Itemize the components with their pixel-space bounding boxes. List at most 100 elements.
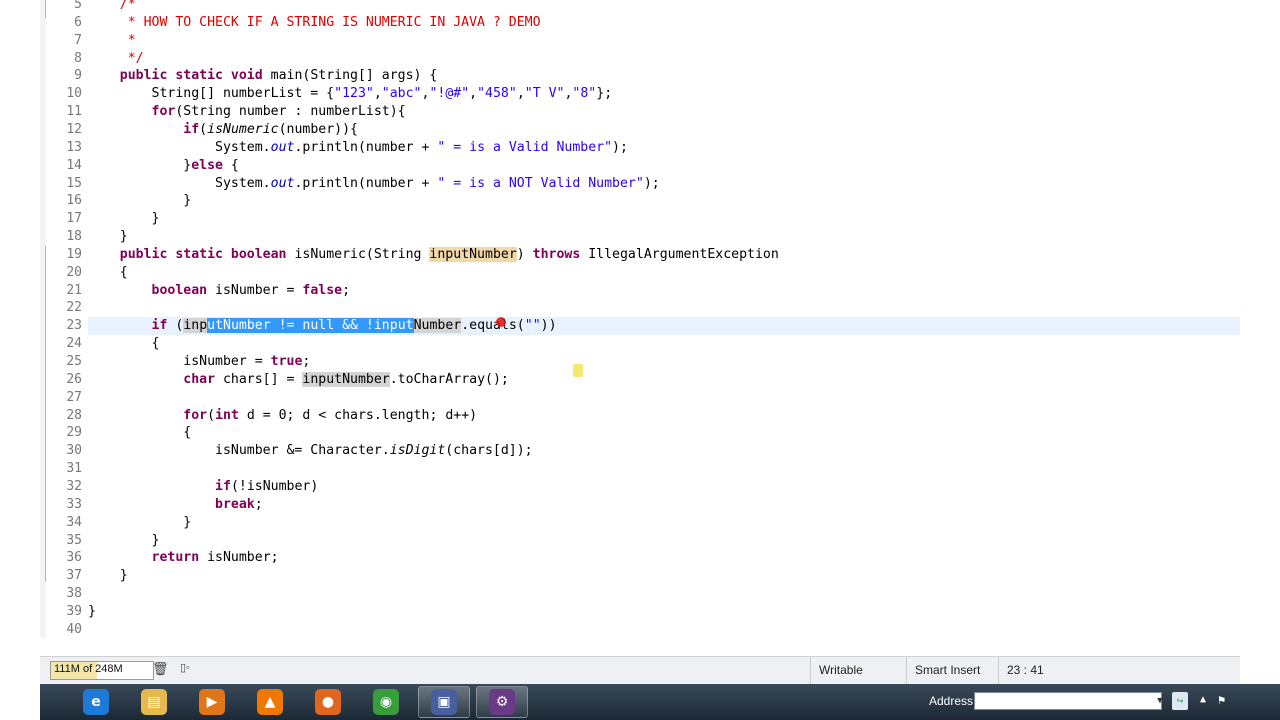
taskbar-button[interactable]: ◉	[360, 686, 412, 718]
heap-status-icon[interactable]: ▯◦	[180, 661, 190, 674]
status-bar: 111M of 248M 🗑 ▯◦ Writable Smart Insert …	[40, 656, 1240, 685]
code-token: " = is a NOT Valid Number"	[437, 175, 644, 191]
code-line[interactable]: for(int d = 0; d < chars.length; d++)	[88, 407, 477, 425]
code-line[interactable]: }	[88, 532, 160, 550]
code-line[interactable]: /*	[88, 0, 136, 14]
code-line[interactable]: isNumber &= Character.isDigit(chars[d]);	[88, 442, 533, 460]
code-token: ;	[342, 282, 351, 298]
code-line[interactable]: {	[88, 335, 160, 353]
line-number: 23	[66, 318, 82, 334]
code-line[interactable]: {	[88, 424, 191, 442]
code-line[interactable]: for(String number : numberList){	[88, 103, 406, 121]
code-line[interactable]: }else {	[88, 157, 239, 175]
chevron-down-icon[interactable]: ▼	[1154, 692, 1166, 710]
line-number: 30	[66, 443, 82, 459]
taskbar-button[interactable]: e	[70, 686, 122, 718]
line-number: 29	[66, 425, 82, 441]
code-line[interactable]: }	[88, 567, 128, 585]
line-number: 38	[66, 586, 82, 602]
code-token: .println(number +	[294, 175, 438, 191]
code-line[interactable]: if (inputNumber != null && !inputNumber.…	[88, 317, 557, 335]
line-number: 12	[66, 121, 82, 137]
code-line[interactable]: * HOW TO CHECK IF A STRING IS NUMERIC IN…	[88, 14, 541, 32]
code-token: public static void	[119, 68, 263, 84]
code-token: out	[270, 175, 295, 191]
code-token: inp	[183, 318, 208, 334]
go-arrow-icon[interactable]: ↪	[1172, 692, 1188, 710]
code-token: }	[88, 229, 128, 245]
code-line[interactable]: String[] numberList = {"123","abc","!@#"…	[88, 85, 613, 103]
java-ee-ide-icon: ⚙	[489, 689, 515, 715]
trash-icon[interactable]: 🗑	[152, 661, 169, 677]
code-token: }	[88, 514, 192, 530]
code-line[interactable]: public static boolean isNumeric(String i…	[88, 246, 779, 264]
code-editor[interactable]: 5 6 7 8 9 10 11 12 13 14 15 16 17 18 19 20 21 22 23 24 25 26 2…	[40, 0, 1240, 638]
code-line[interactable]: {	[88, 264, 128, 282]
code-token: if	[183, 121, 200, 137]
code-token: }	[88, 568, 128, 584]
code-token: /*	[119, 0, 136, 12]
code-token: )	[516, 246, 533, 262]
taskbar-button[interactable]: ▤	[128, 686, 180, 718]
code-line[interactable]: }	[88, 210, 160, 228]
code-token: .println(number +	[294, 139, 438, 155]
code-token: ""	[524, 318, 541, 334]
code-token: );	[643, 175, 660, 191]
code-token: isNumeric(String	[286, 246, 430, 262]
taskbar-button[interactable]: ⚙	[476, 686, 528, 718]
heap-status[interactable]: 111M of 248M	[50, 661, 154, 680]
code-line[interactable]: if(isNumeric(number)){	[88, 121, 358, 139]
code-token: ))	[540, 318, 557, 334]
taskbar-button[interactable]: ●	[302, 686, 354, 718]
code-line[interactable]: return isNumber;	[88, 549, 279, 567]
code-token: ;	[302, 354, 311, 369]
code-token: " = is a Valid Number"	[437, 139, 613, 155]
code-line[interactable]: System.out.println(number + " = is a Val…	[88, 139, 628, 157]
code-line[interactable]: }	[88, 228, 128, 246]
line-number: 11	[66, 104, 82, 120]
code-token: (	[207, 407, 216, 423]
save-disk-icon: ▣	[431, 689, 457, 715]
line-number: 27	[66, 389, 82, 405]
line-number: 37	[66, 568, 82, 584]
code-token: }	[88, 193, 192, 209]
code-token: ,	[373, 86, 382, 102]
taskbar-button[interactable]: ▲	[244, 686, 296, 718]
code-line[interactable]: System.out.println(number + " = is a NOT…	[88, 175, 660, 193]
code-line[interactable]: */	[88, 50, 144, 68]
code-line[interactable]: if(!isNumber)	[88, 478, 318, 496]
taskbar-button[interactable]: ▣	[418, 686, 470, 718]
code-line[interactable]: *	[88, 32, 136, 50]
code-line[interactable]: }	[88, 603, 96, 621]
code-line[interactable]: }	[88, 192, 191, 210]
firefox-icon: ●	[315, 689, 341, 715]
code-token: (!isNumber)	[230, 478, 319, 494]
code-token: false	[302, 282, 343, 298]
address-input[interactable]	[974, 692, 1162, 710]
code-token: *	[127, 32, 136, 48]
code-line[interactable]: isNumber = true;	[88, 353, 310, 371]
code-line[interactable]: break;	[88, 496, 263, 514]
code-line[interactable]: boolean isNumber = false;	[88, 282, 351, 300]
code-token: isNumber;	[199, 550, 279, 566]
windows-taskbar: e ▤ ▶ ▲ ● ◉ ▣ ⚙ Address ▼ ↪ ▲ ⚑	[40, 684, 1280, 720]
pointer-highlight	[496, 317, 506, 327]
code-line[interactable]: public static void main(String[] args) {	[88, 67, 438, 85]
code-token: main(String[] args) {	[262, 68, 438, 84]
heap-total: of 248M	[82, 663, 123, 675]
code-token: */	[127, 50, 144, 66]
line-number: 26	[66, 371, 82, 387]
line-number: 20	[66, 264, 82, 280]
code-line[interactable]: }	[88, 514, 191, 532]
tray-expand-icon[interactable]: ▲	[1200, 694, 1206, 705]
code-line[interactable]: char chars[] = inputNumber.toCharArray()…	[88, 371, 509, 389]
taskbar-button[interactable]: ▶	[186, 686, 238, 718]
code-token: };	[596, 86, 613, 102]
action-center-flag-icon[interactable]: ⚑	[1218, 693, 1225, 707]
